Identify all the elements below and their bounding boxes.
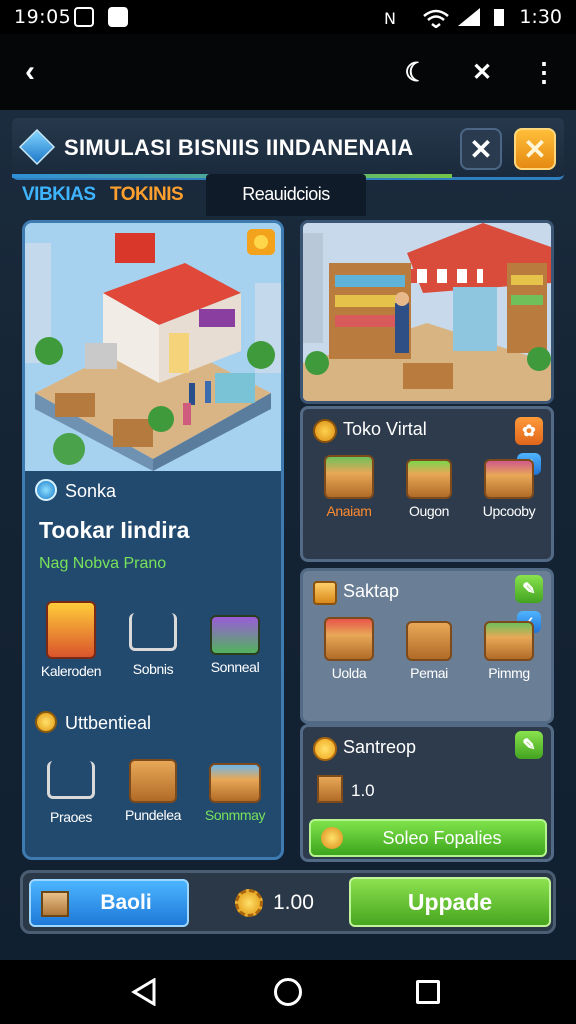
buy-button[interactable]: Baoli [29,879,189,927]
edit-badge-icon[interactable]: ✎ [515,575,543,603]
item-label: Anaiam [326,503,372,519]
store-title: Tookar Iindira [39,517,190,543]
item-pundelea[interactable]: Pundelea [113,749,193,823]
upgrade-button[interactable]: Uppade [349,877,551,927]
section-label-2: Uttbentieal [65,713,152,733]
close-icon[interactable]: ✕ [462,52,502,92]
item-label: Sobnis [132,661,174,677]
gear-icon [313,737,337,761]
nav-recents-icon[interactable] [416,980,440,1004]
store-panel: Sonka Tookar Iindira Nag Nobva Prano Kal… [22,220,284,860]
item-uolda[interactable]: Uolda [309,617,389,681]
item-label: Upcooby [482,503,536,519]
box-icon [313,581,337,605]
card-title: Saktap [343,581,400,601]
cancel-button[interactable]: ✕ [514,128,556,170]
item-label: Pimmg [488,665,530,681]
item-label: Praoes [50,809,92,825]
nav-home-icon[interactable] [274,978,302,1006]
more-vertical-icon[interactable]: ⋮ [524,52,564,92]
item-label: Pemai [410,665,448,681]
settings-badge-icon[interactable]: ✿ [515,417,543,445]
box-icon [41,891,69,917]
crate-icon [406,621,452,661]
buy-button-label: Baoli [100,891,152,914]
coin-icon [35,711,57,733]
gear-coin-icon [235,889,263,917]
card-value: 1.0 [351,781,375,800]
bottom-action-bar: Baoli 1.00 Uppade [20,870,556,934]
crate-icon [129,759,177,803]
coin-icon [321,827,343,849]
item-sonneal[interactable]: Sonneal [195,601,275,675]
image-icon [74,7,94,27]
market-stall-icon [324,617,374,661]
item-label: Sonmmay [204,807,266,823]
section-label: Sonka [65,481,117,501]
coin-icon [313,419,337,443]
currency-value: 1.00 [273,891,314,914]
card-title: Santreop [343,737,417,757]
signal-icon [458,8,480,26]
saktap-card: Saktap ✎ ✓ Uolda Pemai Pimmg [300,568,554,724]
globe-icon [35,479,57,501]
item-praoes[interactable]: Praoes [31,749,111,825]
store-scene-image[interactable] [25,223,281,471]
boxes-icon [210,615,260,655]
item-label: Ougon [408,503,450,519]
status-bar: 19:05 N 1:30 [0,0,576,34]
item-label: Sonneal [210,659,260,675]
wifi-icon [423,9,449,28]
page-title: SIMULASI BISNIIS IINDANENAIA [64,135,414,160]
toko-virtal-card: Toko Virtal ✿ ✓ Anaiam Ougon Upcooby [300,406,554,562]
moon-icon[interactable]: ☾ [396,52,436,92]
close-button[interactable]: ✕ [460,128,502,170]
tab-vibkias[interactable]: VIBKIAS [22,184,96,206]
diamond-icon [18,128,56,166]
item-sobnis[interactable]: Sobnis [113,601,193,677]
edit-badge-icon[interactable]: ✎ [515,731,543,759]
produce-box-icon [484,621,534,661]
nav-back-icon[interactable] [130,978,158,1006]
card-title: Toko Virtal [343,419,427,439]
sell-button[interactable]: Soleo Fopalies [309,819,547,857]
app-top-bar: ‹ ☾ ✕ ⋮ [0,34,576,110]
shop-shelf-icon [46,601,96,659]
battery-icon [494,9,504,26]
basket-icon [209,763,261,803]
status-clock: 1:30 [519,6,562,28]
item-pimmg[interactable]: Pimmg [469,621,549,681]
sell-button-label: Soleo Fopalies [382,827,502,848]
box-icon [317,775,343,803]
item-anaiam[interactable]: Anaiam [309,455,389,519]
notification-icon [108,7,128,27]
market-stall-icon [324,455,374,499]
item-sonmmay[interactable]: Sonmmay [195,749,275,823]
tab-tokinis[interactable]: TOKINIS [110,184,184,206]
back-arrow-icon[interactable]: ‹ [10,52,50,92]
display-box-icon [484,459,534,499]
crate-icon [406,459,452,499]
item-label: Uolda [331,665,367,681]
store-subtitle: Nag Nobva Prano [39,555,167,572]
shop-interior-image[interactable] [300,220,554,404]
game-screen: SIMULASI BISNIIS IINDANENAIA ✕ ✕ VIBKIAS… [0,110,576,960]
tab-reauidciois[interactable]: Reauidciois [206,174,366,216]
shopping-cart-icon [47,761,95,799]
title-bar: SIMULASI BISNIIS IINDANENAIA ✕ ✕ [12,118,564,180]
status-icons: N [384,8,504,28]
status-time: 19:05 [14,6,72,28]
item-label: Pundelea [125,807,181,823]
item-kaleroden[interactable]: Kaleroden [31,601,111,679]
item-ougon[interactable]: Ougon [389,459,469,519]
nfc-icon: N [384,9,396,28]
item-label: Kaleroden [40,663,102,679]
system-nav-bar [0,960,576,1024]
shopping-cart-icon [129,613,177,651]
santreop-card: Santreop ✎ 1.0 Soleo Fopalies [300,724,554,862]
item-upcooby[interactable]: Upcooby [469,459,549,519]
item-pemai[interactable]: Pemai [389,621,469,681]
